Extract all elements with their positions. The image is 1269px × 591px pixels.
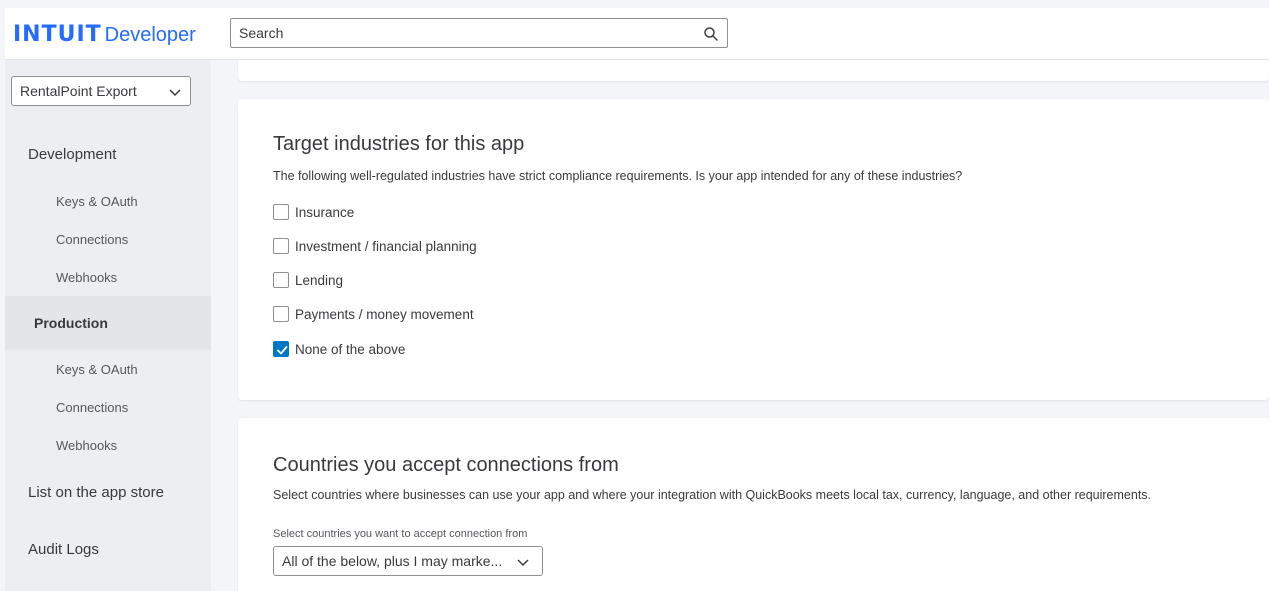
checkbox-label: Investment / financial planning — [295, 238, 477, 254]
chevron-down-icon — [517, 559, 529, 567]
checkbox-label: None of the above — [295, 341, 406, 357]
countries-field-label: Select countries you want to accept conn… — [273, 528, 528, 540]
sidebar-item-prod-connections[interactable]: Connections — [5, 400, 211, 415]
app-frame: INTUIT Developer RentalPoint Export Deve… — [5, 8, 1269, 591]
countries-card: Countries you accept connections from Se… — [238, 418, 1269, 591]
lending-checkbox[interactable] — [273, 272, 289, 288]
search-icon[interactable] — [703, 26, 719, 42]
option-insurance[interactable]: Insurance — [273, 203, 354, 221]
sidebar-item-dev-keys-oauth[interactable]: Keys & OAuth — [5, 194, 211, 209]
countries-title: Countries you accept connections from — [273, 454, 619, 476]
sidebar-item-production[interactable]: Production — [5, 296, 211, 350]
sidebar: RentalPoint Export Development Keys & OA… — [5, 60, 211, 591]
sidebar-item-prod-webhooks[interactable]: Webhooks — [5, 438, 211, 453]
checkmark-icon — [277, 346, 288, 355]
app-selector[interactable]: RentalPoint Export — [11, 76, 191, 106]
option-investment[interactable]: Investment / financial planning — [273, 237, 477, 255]
checkbox-label: Payments / money movement — [295, 306, 474, 322]
search-box — [230, 18, 728, 48]
countries-select[interactable]: All of the below, plus I may marke... — [273, 546, 543, 576]
sidebar-item-development[interactable]: Development — [5, 146, 211, 163]
checkbox-label: Insurance — [295, 204, 355, 220]
previous-section-card — [238, 60, 1269, 81]
logo-brand: INTUIT — [13, 22, 102, 47]
none-of-the-above-checkbox[interactable] — [273, 341, 289, 357]
sidebar-item-list-on-app-store[interactable]: List on the app store — [5, 484, 211, 501]
sidebar-item-prod-keys-oauth[interactable]: Keys & OAuth — [5, 362, 211, 377]
option-none-of-the-above[interactable]: None of the above — [273, 340, 405, 358]
intuit-developer-logo[interactable]: INTUIT Developer — [13, 22, 196, 48]
sidebar-item-audit-logs[interactable]: Audit Logs — [5, 541, 211, 558]
option-lending[interactable]: Lending — [273, 271, 343, 289]
sidebar-item-dev-webhooks[interactable]: Webhooks — [5, 270, 211, 285]
countries-select-value: All of the below, plus I may marke... — [282, 553, 503, 569]
countries-description: Select countries where businesses can us… — [273, 488, 1152, 502]
target-industries-card: Target industries for this app The follo… — [238, 99, 1269, 400]
checkbox-label: Lending — [295, 272, 344, 288]
industries-title: Target industries for this app — [273, 133, 525, 155]
option-payments[interactable]: Payments / money movement — [273, 305, 474, 323]
sidebar-item-dev-connections[interactable]: Connections — [5, 232, 211, 247]
insurance-checkbox[interactable] — [273, 204, 289, 220]
payments-checkbox[interactable] — [273, 306, 289, 322]
logo-product: Developer — [104, 24, 196, 46]
app-selector-value: RentalPoint Export — [20, 83, 137, 99]
investment-checkbox[interactable] — [273, 238, 289, 254]
chevron-down-icon — [169, 89, 181, 97]
top-bar: INTUIT Developer — [5, 8, 1269, 60]
industries-description: The following well-regulated industries … — [273, 169, 963, 183]
search-input[interactable] — [231, 19, 691, 47]
